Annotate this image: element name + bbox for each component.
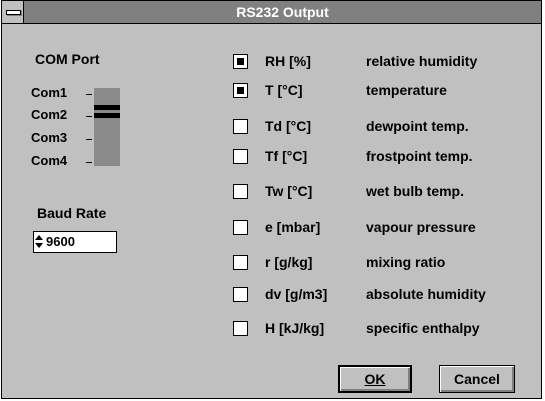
output-description-label: dewpoint temp.: [366, 118, 469, 134]
output-description-label: frostpoint temp.: [366, 148, 473, 164]
com1-tick: [86, 94, 92, 95]
rs232-output-dialog: RS232 Output COM Port Com1 Com2 Com3 Com…: [1, 0, 542, 399]
checkbox-checked-mark: [237, 58, 244, 65]
output-checkbox[interactable]: [233, 287, 248, 302]
output-description-label: relative humidity: [366, 53, 478, 69]
cancel-button-label: Cancel: [454, 371, 500, 387]
output-code-label: Td [°C]: [265, 118, 312, 134]
com2-tick: [86, 116, 92, 117]
ok-button[interactable]: OK: [338, 365, 412, 393]
output-code-label: r [g/kg]: [265, 254, 313, 270]
com-port-label: COM Port: [35, 51, 100, 67]
baud-rate-spinner[interactable]: [34, 232, 44, 252]
baud-rate-label: Baud Rate: [37, 205, 107, 221]
com4-label: Com4: [31, 153, 68, 168]
spin-down-icon[interactable]: [35, 243, 43, 248]
window-title: RS232 Output: [236, 4, 329, 20]
output-checkbox[interactable]: [233, 184, 248, 199]
output-checkbox[interactable]: [233, 119, 248, 134]
system-menu-button[interactable]: [2, 1, 24, 23]
output-code-label: e [mbar]: [265, 219, 321, 235]
output-description-label: vapour pressure: [366, 219, 476, 235]
output-code-label: dv [g/m3]: [265, 286, 328, 302]
title-bar[interactable]: RS232 Output: [2, 1, 541, 24]
output-description-label: mixing ratio: [366, 254, 446, 270]
output-code-label: RH [%]: [265, 53, 311, 69]
slider-thumb-groove: [94, 110, 120, 113]
spin-up-icon[interactable]: [35, 235, 43, 240]
output-description-label: absolute humidity: [366, 286, 486, 302]
output-description-label: temperature: [366, 82, 447, 98]
output-checkbox[interactable]: [233, 321, 248, 336]
com4-tick: [86, 162, 92, 163]
output-checkbox[interactable]: [233, 255, 248, 270]
system-menu-icon: [6, 10, 21, 15]
output-checkbox[interactable]: [233, 220, 248, 235]
output-checkbox[interactable]: [233, 83, 248, 98]
output-code-label: H [kJ/kg]: [265, 320, 325, 336]
ok-button-label: OK: [364, 371, 386, 387]
com-port-slider[interactable]: [94, 88, 120, 166]
output-checkbox[interactable]: [233, 149, 248, 164]
output-checkbox[interactable]: [233, 54, 248, 69]
output-description-label: wet bulb temp.: [366, 183, 464, 199]
output-description-label: specific enthalpy: [366, 320, 480, 336]
output-code-label: Tw [°C]: [265, 183, 313, 199]
baud-rate-value: 9600: [46, 234, 75, 249]
com1-label: Com1: [31, 85, 68, 100]
checkbox-checked-mark: [237, 87, 244, 94]
com-port-slider-thumb[interactable]: [94, 105, 120, 118]
com2-label: Com2: [31, 107, 68, 122]
com3-label: Com3: [31, 130, 68, 145]
cancel-button[interactable]: Cancel: [439, 365, 515, 393]
output-code-label: T [°C]: [265, 82, 303, 98]
com3-tick: [86, 139, 92, 140]
output-code-label: Tf [°C]: [265, 148, 308, 164]
